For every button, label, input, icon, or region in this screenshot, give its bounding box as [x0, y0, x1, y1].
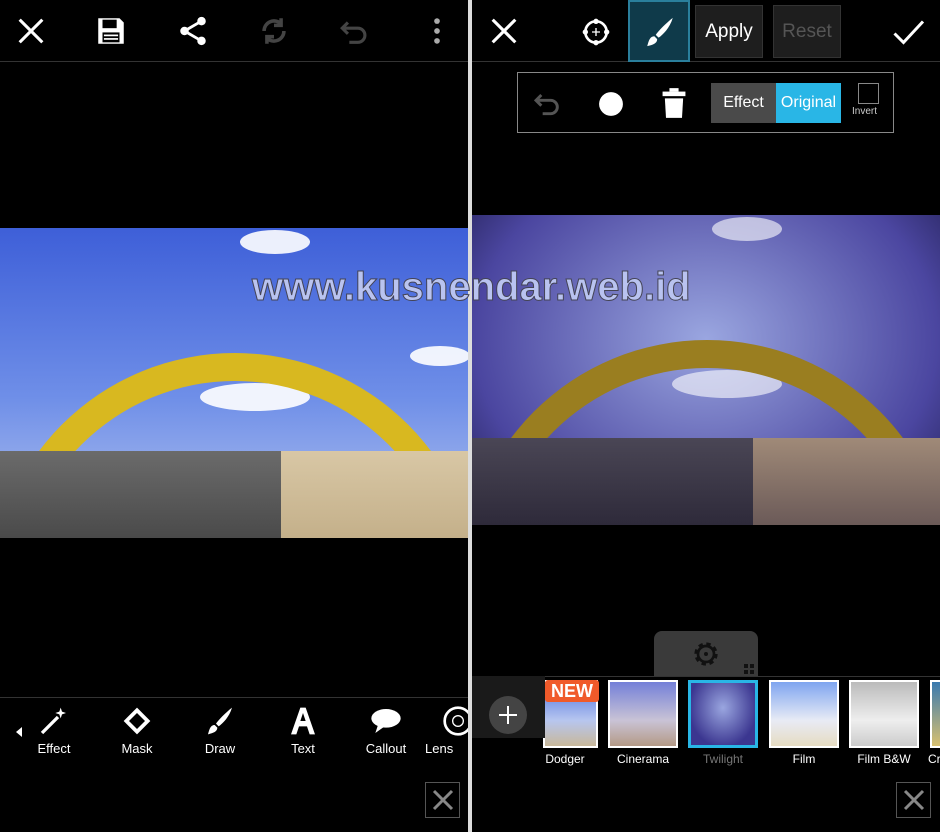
tool-text[interactable]: Text	[268, 705, 338, 756]
effect-label: Film	[792, 752, 816, 766]
effect-thumb-film[interactable]	[769, 680, 839, 748]
original-toggle[interactable]: Original	[776, 83, 841, 123]
effect-thumb-cinerama[interactable]	[608, 680, 678, 748]
save-icon[interactable]	[94, 14, 128, 48]
left-screen: Effect Mask Draw Text Callout Lens	[0, 0, 468, 832]
close-icon	[903, 789, 924, 811]
brush-options-popup: Effect Original Invert	[517, 72, 894, 133]
more-icon[interactable]	[420, 14, 454, 48]
right-screen: Apply Reset Effect Original Invert NEW D…	[472, 0, 940, 832]
callout-icon	[369, 705, 403, 737]
tool-label: Text	[291, 741, 315, 756]
top-toolbar	[0, 0, 468, 62]
effect-thumb-film-bw[interactable]	[849, 680, 919, 748]
lens-icon	[441, 705, 468, 737]
add-effect-panel	[472, 676, 545, 738]
watermark: www.kusnendar.web.id	[252, 265, 692, 310]
settings-tab[interactable]	[654, 631, 758, 677]
invert-label: Invert	[852, 106, 878, 117]
crosshair-icon[interactable]	[580, 16, 612, 48]
close-icon[interactable]	[487, 14, 521, 48]
apply-button[interactable]: Apply	[695, 5, 763, 58]
magic-wand-icon	[37, 705, 71, 737]
plus-icon	[499, 706, 517, 724]
tool-label: Mask	[121, 741, 153, 756]
effect-label: Cr	[928, 752, 940, 766]
tool-callout[interactable]: Callout	[351, 705, 421, 756]
brush-size-icon[interactable]	[598, 91, 624, 117]
redo-icon[interactable]	[257, 14, 291, 48]
tool-mask[interactable]: Mask	[102, 705, 172, 756]
effect-label: Dodger	[545, 752, 585, 766]
grid-icon	[744, 664, 754, 674]
tool-effect[interactable]: Effect	[19, 705, 89, 756]
tool-lens[interactable]: Lens	[425, 705, 468, 756]
checkmark-icon[interactable]	[890, 14, 926, 50]
effect-label: Film B&W	[857, 752, 911, 766]
close-panel-button[interactable]	[896, 782, 931, 818]
undo-icon[interactable]	[532, 87, 564, 119]
close-icon	[432, 789, 453, 811]
tool-label: Lens	[425, 741, 454, 756]
share-icon[interactable]	[176, 14, 210, 48]
text-icon	[286, 705, 320, 737]
brush-icon	[643, 15, 677, 49]
effect-label: Cinerama	[616, 752, 670, 766]
effect-thumb-cr[interactable]	[930, 680, 940, 748]
top-toolbar: Apply Reset	[472, 0, 940, 62]
invert-checkbox[interactable]	[858, 83, 879, 104]
effect-toggle[interactable]: Effect	[711, 83, 776, 123]
gear-icon	[690, 638, 722, 670]
undo-icon[interactable]	[338, 14, 372, 48]
tool-label: Callout	[365, 741, 407, 756]
brush-tool-button[interactable]	[628, 0, 690, 62]
tool-label: Effect	[37, 741, 71, 756]
reset-button[interactable]: Reset	[773, 5, 841, 58]
add-button[interactable]	[489, 696, 527, 734]
new-badge: NEW	[545, 680, 599, 702]
tool-label: Draw	[204, 741, 236, 756]
tool-draw[interactable]: Draw	[185, 705, 255, 756]
effect-thumb-twilight[interactable]	[688, 680, 758, 748]
trash-icon[interactable]	[660, 87, 688, 119]
close-icon[interactable]	[14, 14, 48, 48]
mask-icon	[120, 705, 154, 737]
effect-label: Twilight	[702, 752, 743, 766]
brush-icon	[203, 705, 237, 737]
photo-twilight	[472, 215, 940, 525]
close-panel-button[interactable]	[425, 782, 460, 818]
